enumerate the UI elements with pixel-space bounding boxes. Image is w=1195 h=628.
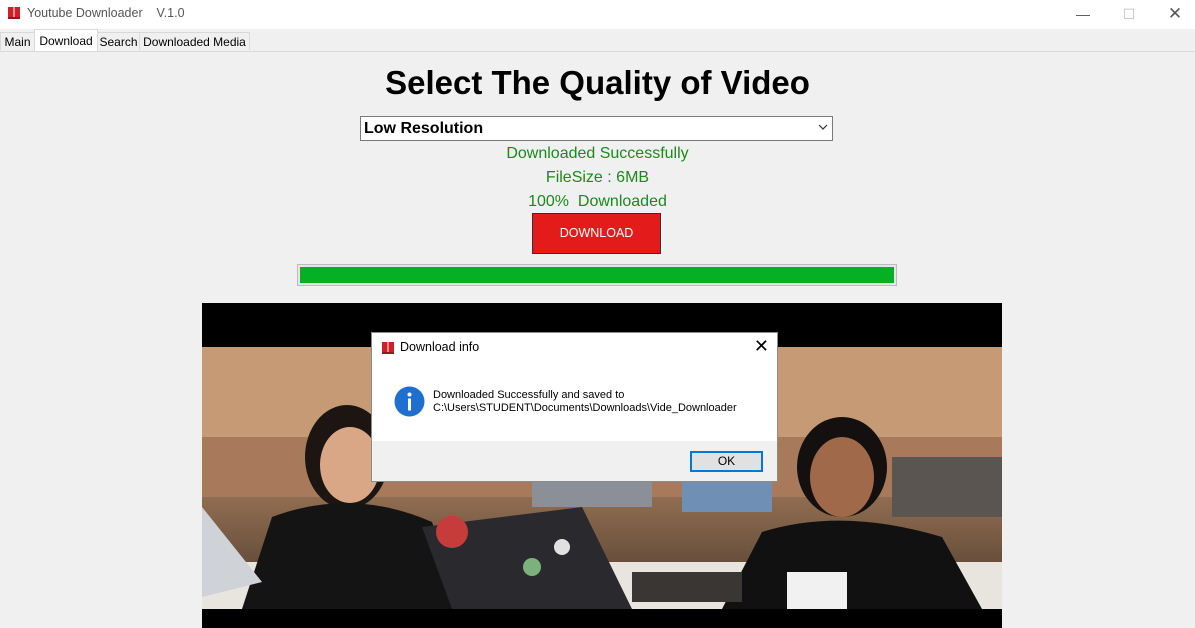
quality-select[interactable]: Low Resolution <box>360 116 833 141</box>
download-progress-bar <box>297 264 897 286</box>
close-window-button[interactable]: ✕ <box>1152 0 1195 29</box>
download-button[interactable]: DOWNLOAD <box>532 213 661 254</box>
info-icon <box>394 386 425 417</box>
dialog-close-button[interactable]: ✕ <box>754 336 769 357</box>
minimize-button[interactable]: — <box>1060 0 1106 29</box>
maximize-button[interactable]: ☐ <box>1106 0 1152 29</box>
dialog-title: Download info <box>400 340 480 354</box>
dialog-message: Downloaded Successfully and saved to C:\… <box>433 389 737 415</box>
page-title: Select The Quality of Video <box>385 64 810 101</box>
title-bar: Youtube Downloader V.1.0 — ☐ ✕ <box>0 0 1195 29</box>
download-info-dialog: Download info ✕ Downloaded Successfully … <box>371 332 778 482</box>
dialog-footer: OK <box>372 441 777 481</box>
progress-fill <box>300 267 894 283</box>
chevron-down-icon <box>818 124 828 130</box>
tab-download[interactable]: Download <box>34 29 98 51</box>
status-success: Downloaded Successfully <box>506 145 689 162</box>
status-filesize: FileSize : 6MB <box>545 169 650 186</box>
window-title: Youtube Downloader V.1.0 <box>27 6 185 20</box>
dialog-message-line1: Downloaded Successfully and saved to <box>433 389 625 401</box>
book-icon <box>8 7 20 19</box>
tab-search[interactable]: Search <box>97 32 140 50</box>
tab-downloaded-media[interactable]: Downloaded Media <box>139 32 250 50</box>
book-icon <box>382 342 394 354</box>
ok-button[interactable]: OK <box>690 451 763 472</box>
tab-main[interactable]: Main <box>0 32 35 50</box>
quality-select-value: Low Resolution <box>364 120 484 137</box>
dialog-message-line2: C:\Users\STUDENT\Documents\Downloads\Vid… <box>433 402 737 414</box>
tab-bar: Main Download Search Downloaded Media <box>0 29 1195 52</box>
status-progress: 100% Downloaded <box>528 193 667 210</box>
